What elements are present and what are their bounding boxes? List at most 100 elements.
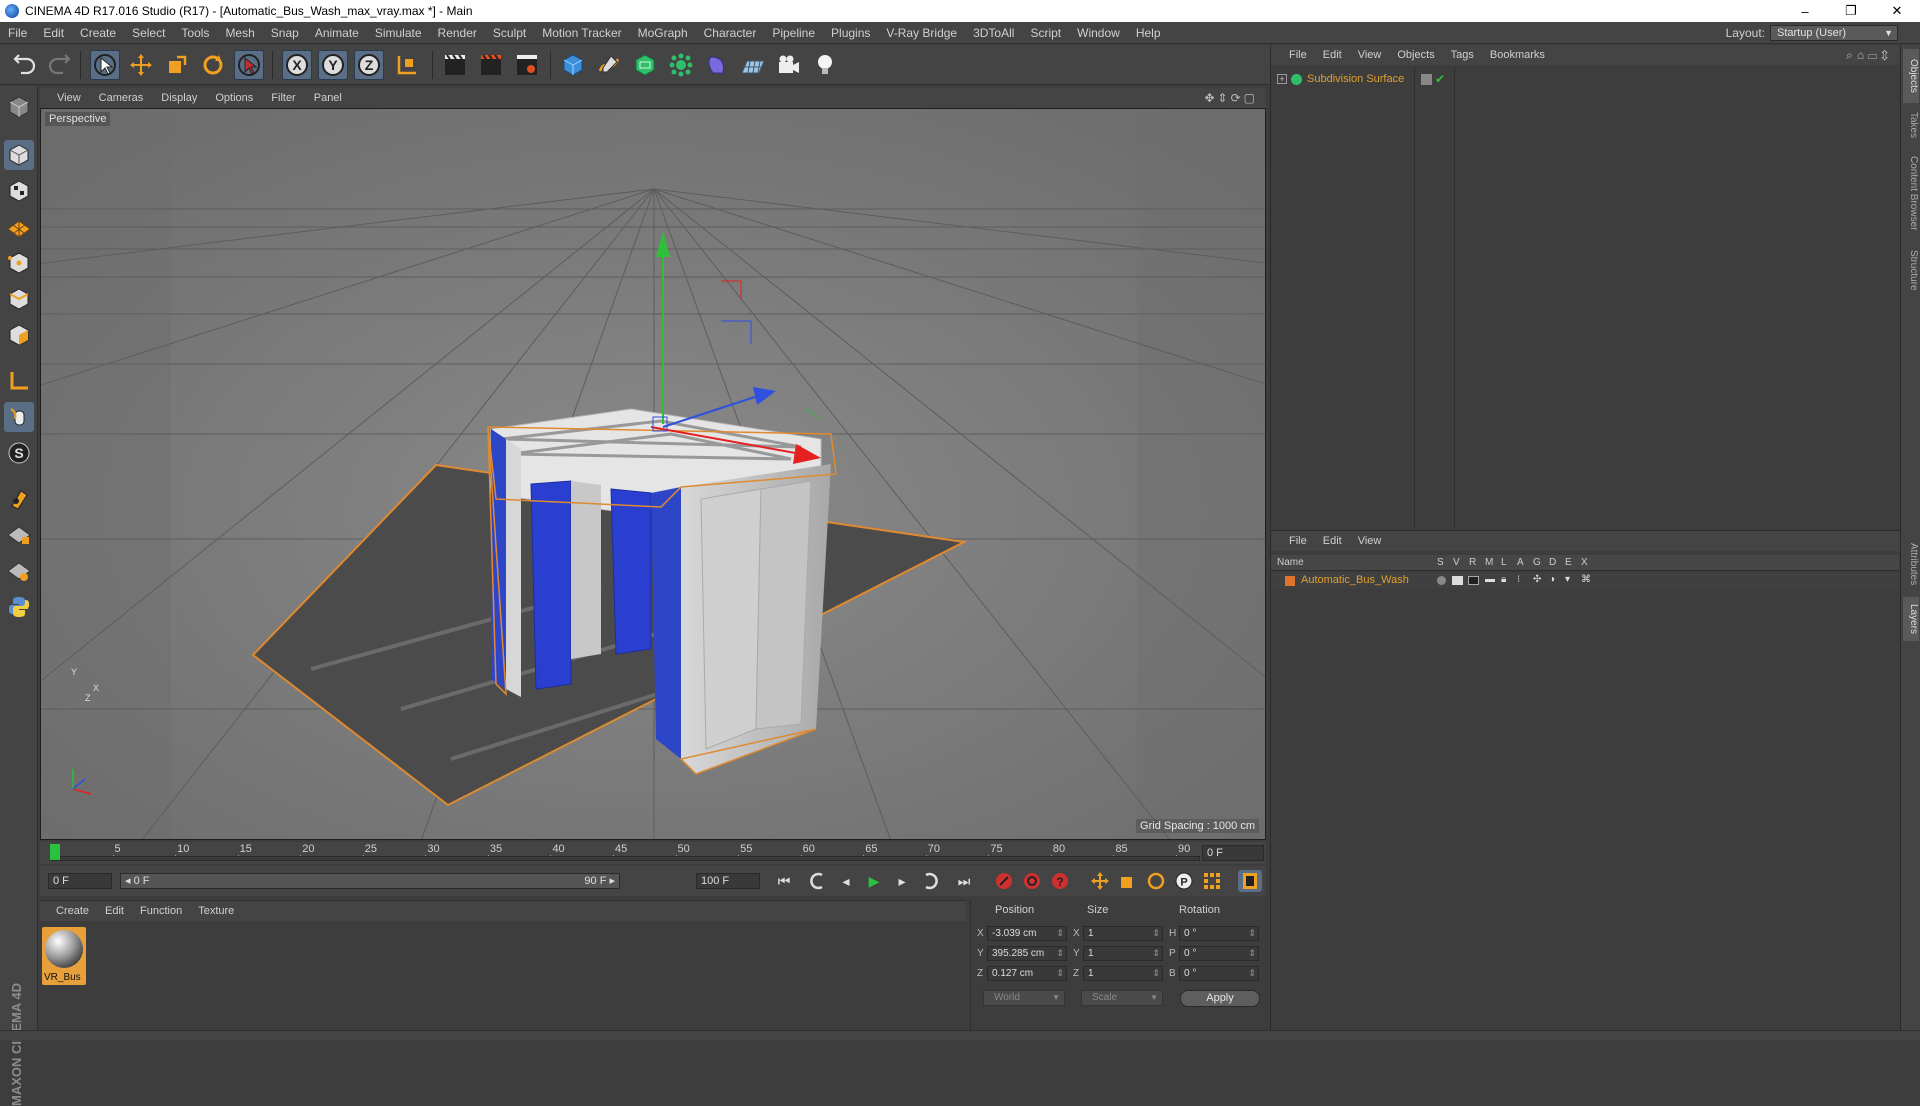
menu-character[interactable]: Character [696,22,765,44]
model-mode-icon[interactable] [4,140,34,170]
viewport-navigation-icons[interactable]: ✥⇕⟳▢ [1204,91,1258,105]
timeline-playhead[interactable] [50,844,60,860]
layers-menu-edit[interactable]: Edit [1315,531,1350,551]
viewport-menu-options[interactable]: Options [206,88,262,108]
light-icon[interactable] [810,50,840,80]
object-manager-search-icons[interactable]: ⌕⌂▭⇳ [1846,48,1892,63]
objects-menu-tags[interactable]: Tags [1443,45,1482,65]
enabled-check-icon[interactable]: ✔ [1435,72,1445,86]
menu-help[interactable]: Help [1128,22,1169,44]
viewport-menu-view[interactable]: View [48,88,90,108]
redo-icon[interactable] [44,50,74,80]
end-frame-field[interactable]: 100 F [696,873,760,889]
coordinate-mode-dropdown[interactable]: World ▼ [983,990,1065,1006]
key-pla-icon[interactable] [1200,870,1224,892]
snap-icon[interactable]: S [4,438,34,468]
tab-objects[interactable]: Objects [1903,49,1919,103]
layer-color-swatch[interactable] [1285,576,1295,586]
menu-motion-tracker[interactable]: Motion Tracker [534,22,629,44]
perspective-viewport[interactable]: Y X Z Perspective Grid Spacing : 1000 cm [40,108,1266,840]
rotation-h-field[interactable]: 0 ° [1179,926,1259,941]
menu-simulate[interactable]: Simulate [367,22,430,44]
timeline-window-icon[interactable] [1238,870,1262,892]
undo-icon[interactable] [10,50,40,80]
preview-range-slider[interactable]: ◂ 0 F 90 F ▸ [120,873,620,889]
size-x-field[interactable]: 1 [1083,926,1163,941]
position-y-field[interactable]: 395.285 cm [987,946,1067,961]
subdivision-nurbs-icon[interactable] [630,50,660,80]
timeline-ruler[interactable]: 051015202530354045505560657075808590 0 F [40,842,1266,864]
menu-3dtoall[interactable]: 3DToAll [965,22,1022,44]
menu-mesh[interactable]: Mesh [217,22,262,44]
go-to-end-icon[interactable]: ⏭ [952,870,976,892]
current-frame-field[interactable]: 0 F [1202,845,1264,861]
menu-create[interactable]: Create [72,22,124,44]
menu-mograph[interactable]: MoGraph [630,22,696,44]
start-frame-field[interactable]: 0 F [48,873,112,889]
record-keys-icon[interactable] [992,870,1016,892]
keyframe-selection-icon[interactable]: ? [1048,870,1072,892]
scale-icon[interactable] [162,50,192,80]
key-position-icon[interactable] [1088,870,1112,892]
layer-name[interactable]: Automatic_Bus_Wash [1301,574,1409,586]
material-menu-create[interactable]: Create [48,901,97,921]
visibility-eye-icon[interactable] [1452,576,1463,585]
menu-select[interactable]: Select [124,22,173,44]
z-axis-icon[interactable]: Z [354,50,384,80]
next-key-icon[interactable] [918,870,942,892]
next-frame-icon[interactable]: ▸ [890,870,914,892]
deformer-toggle-icon[interactable]: ◑ [1549,574,1555,585]
tab-attributes[interactable]: Attributes [1903,533,1919,595]
viewport-menu-panel[interactable]: Panel [305,88,351,108]
rotation-b-field[interactable]: 0 ° [1179,966,1259,981]
lock-workplane-icon[interactable] [4,520,34,550]
y-axis-icon[interactable]: Y [318,50,348,80]
objects-menu-edit[interactable]: Edit [1315,45,1350,65]
x-axis-icon[interactable]: X [282,50,312,80]
size-z-field[interactable]: 1 [1083,966,1163,981]
material-menu-function[interactable]: Function [132,901,190,921]
minimize-button[interactable]: – [1782,0,1828,22]
tab-structure[interactable]: Structure [1903,241,1919,299]
menu-snap[interactable]: Snap [263,22,307,44]
go-to-start-icon[interactable]: ⏮ [772,870,796,892]
menu-render[interactable]: Render [430,22,485,44]
tab-layers[interactable]: Layers [1903,597,1919,641]
previous-frame-icon[interactable]: ◂ [834,870,858,892]
layout-dropdown[interactable]: Startup (User) ▼ [1770,25,1898,41]
viewport-menu-filter[interactable]: Filter [262,88,304,108]
menu-edit[interactable]: Edit [35,22,72,44]
key-scale-icon[interactable] [1116,870,1140,892]
rotate-icon[interactable] [198,50,228,80]
tab-takes[interactable]: Takes [1903,105,1919,145]
move-icon[interactable] [126,50,156,80]
expand-toggle-icon[interactable]: + [1277,74,1287,84]
key-parameter-icon[interactable]: P [1172,870,1196,892]
size-y-field[interactable]: 1 [1083,946,1163,961]
position-z-field[interactable]: 0.127 cm [987,966,1067,981]
apply-button[interactable]: Apply [1180,990,1260,1007]
animation-toggle-icon[interactable]: ⁝ [1517,574,1520,585]
material-swatch[interactable]: VR_Bus [42,927,86,985]
menu-window[interactable]: Window [1069,22,1128,44]
play-icon[interactable]: ▶ [862,870,886,892]
objects-menu-bookmarks[interactable]: Bookmarks [1482,45,1553,65]
pen-spline-icon[interactable] [594,50,624,80]
planar-workplane-icon[interactable] [4,556,34,586]
menu-animate[interactable]: Animate [307,22,367,44]
edges-mode-icon[interactable] [4,284,34,314]
rotation-p-field[interactable]: 0 ° [1179,946,1259,961]
viewport-menu-display[interactable]: Display [152,88,206,108]
objects-menu-file[interactable]: File [1281,45,1315,65]
layers-menu-file[interactable]: File [1281,531,1315,551]
objects-menu-objects[interactable]: Objects [1389,45,1442,65]
workplane-mode-icon[interactable] [4,212,34,242]
menu-tools[interactable]: Tools [173,22,217,44]
layer-row[interactable]: Automatic_Bus_Wash ▬ 🔒︎ ⁝ ✣ ◑ ▾ ⌘ [1271,573,1899,589]
render-clapper-icon[interactable] [1468,576,1479,585]
menu-file[interactable]: File [0,22,35,44]
render-settings-icon[interactable] [512,50,542,80]
menu-vray-bridge[interactable]: V-Ray Bridge [878,22,965,44]
material-menu-texture[interactable]: Texture [190,901,242,921]
coordinate-system-icon[interactable] [392,50,422,80]
